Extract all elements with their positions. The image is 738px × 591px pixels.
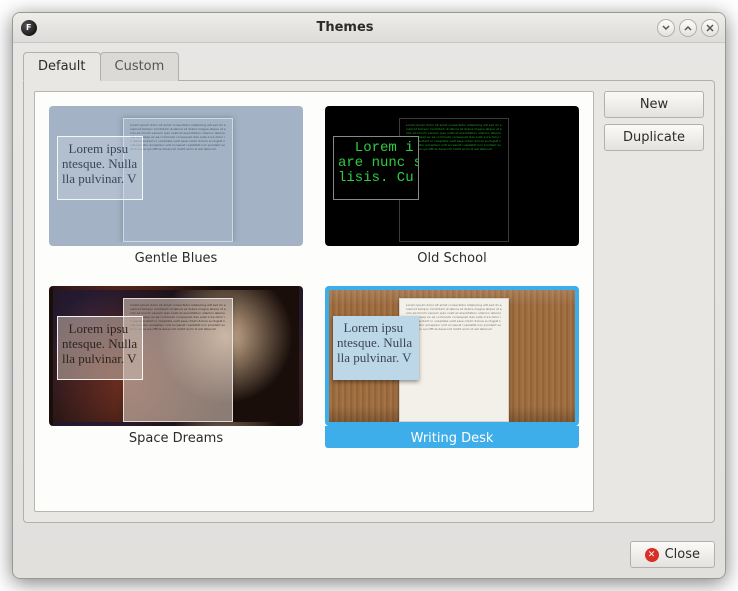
duplicate-button[interactable]: Duplicate (604, 124, 704, 151)
chevron-up-icon (684, 24, 692, 32)
theme-thumbnail: Lorem ipsum dolor sit amet consectetur a… (325, 106, 579, 246)
minimize-button[interactable] (657, 19, 675, 37)
theme-item-writing-desk[interactable]: Lorem ipsum dolor sit amet consectetur a… (325, 286, 579, 448)
theme-thumbnail: Lorem ipsum dolor sit amet consectetur a… (49, 106, 303, 246)
theme-label: Gentle Blues (49, 246, 303, 268)
new-button[interactable]: New (604, 91, 704, 118)
theme-label: Writing Desk (325, 426, 579, 448)
app-icon (21, 20, 37, 36)
content-area: Default Custom Lorem ipsum dolor sit ame… (13, 43, 725, 533)
error-icon: ✕ (645, 548, 659, 562)
dialog-footer: ✕ Close (13, 533, 725, 578)
theme-label: Space Dreams (49, 426, 303, 448)
theme-thumbnail: Lorem ipsum dolor sit amet consectetur a… (49, 286, 303, 426)
editor-preview: Lorem ipsu ntesque. Nulla lla pulvinar. … (333, 316, 419, 380)
tab-panel: Lorem ipsum dolor sit amet consectetur a… (23, 80, 715, 523)
theme-item-gentle-blues[interactable]: Lorem ipsum dolor sit amet consectetur a… (49, 106, 303, 268)
window-close-button[interactable] (701, 19, 719, 37)
themes-dialog: Themes Default Custom Lorem ipsum dolor … (12, 12, 726, 579)
side-buttons: New Duplicate (604, 91, 704, 512)
window-title: Themes (37, 20, 653, 35)
close-button-label: Close (665, 547, 700, 562)
theme-label: Old School (325, 246, 579, 268)
theme-grid: Lorem ipsum dolor sit amet consectetur a… (34, 91, 594, 512)
close-icon (706, 24, 714, 32)
tabstrip: Default Custom (23, 51, 715, 80)
tab-custom[interactable]: Custom (100, 52, 180, 81)
maximize-button[interactable] (679, 19, 697, 37)
editor-preview: Lorem ipsu ntesque. Nulla lla pulvinar. … (57, 136, 143, 200)
editor-preview: Lorem i are nunc s lisis. Cu (333, 136, 419, 200)
tab-default[interactable]: Default (23, 52, 101, 81)
theme-thumbnail: Lorem ipsum dolor sit amet consectetur a… (325, 286, 579, 426)
theme-item-old-school[interactable]: Lorem ipsum dolor sit amet consectetur a… (325, 106, 579, 268)
editor-preview: Lorem ipsu ntesque. Nulla lla pulvinar. … (57, 316, 143, 380)
theme-item-space-dreams[interactable]: Lorem ipsum dolor sit amet consectetur a… (49, 286, 303, 448)
chevron-down-icon (662, 24, 670, 32)
titlebar: Themes (13, 13, 725, 43)
close-button[interactable]: ✕ Close (630, 541, 715, 568)
